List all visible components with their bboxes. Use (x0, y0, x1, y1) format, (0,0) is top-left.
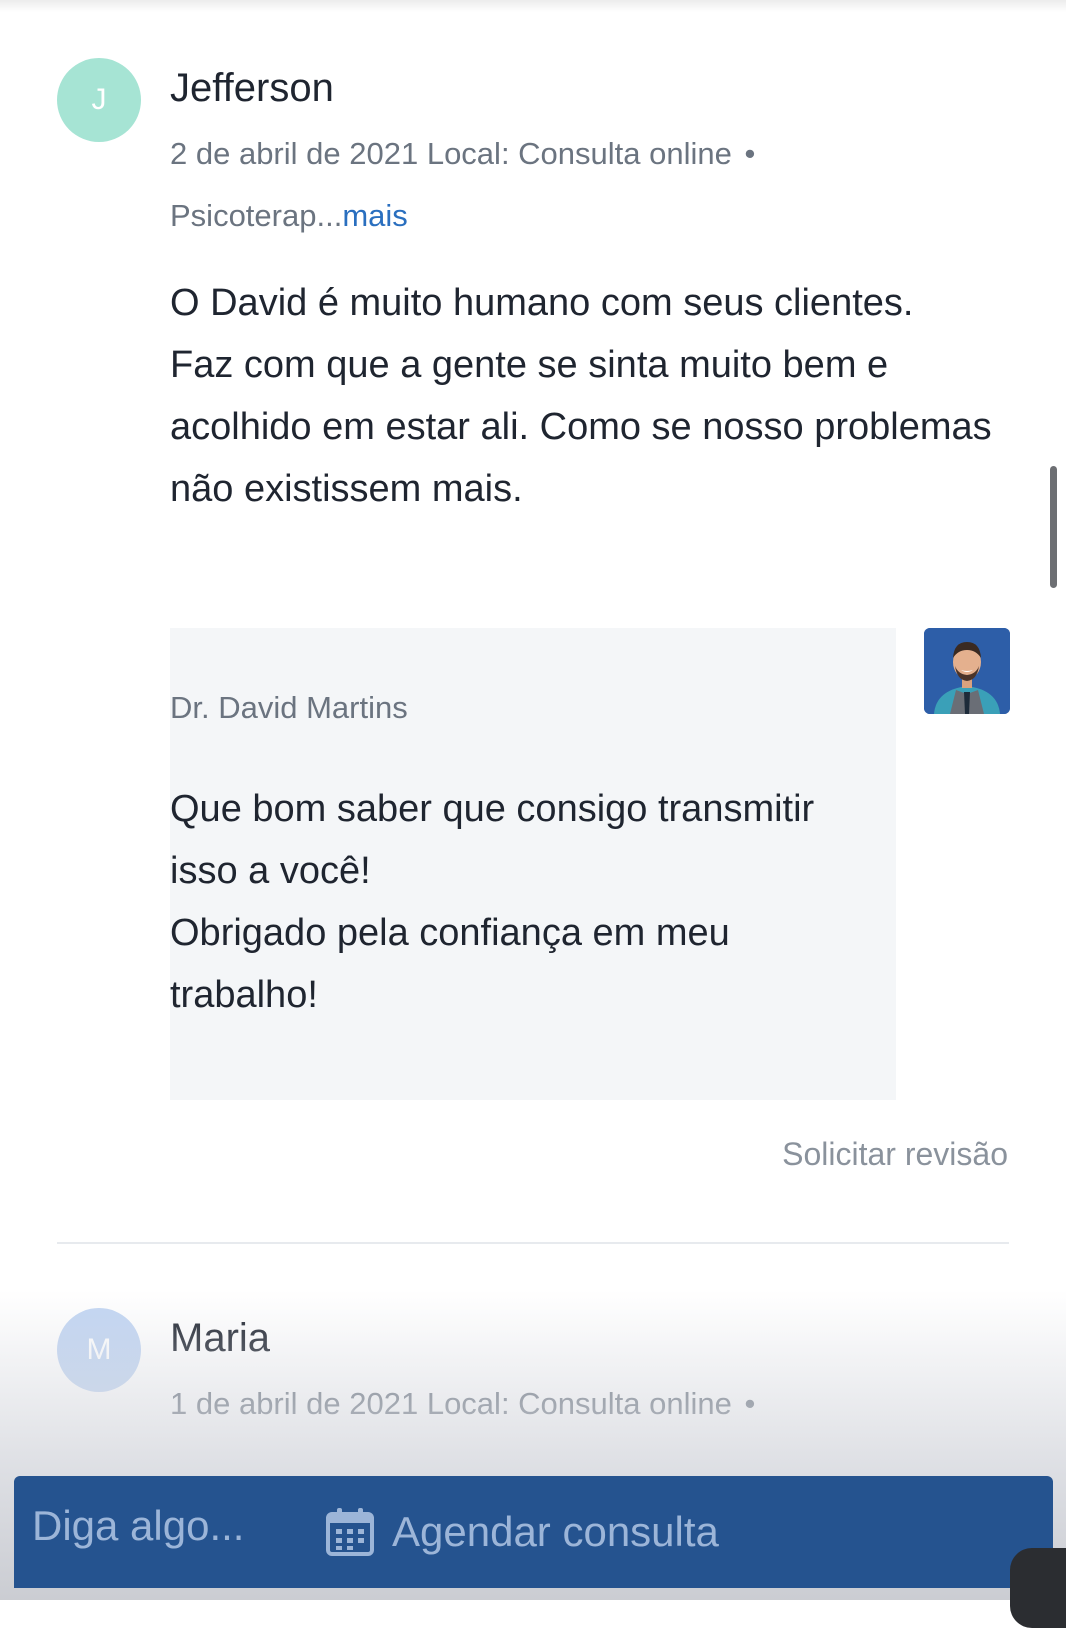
avatar-initial: J (91, 83, 107, 116)
service-name: Psicoterap... (170, 198, 343, 233)
reply-paragraph: Que bom saber que consigo transmitir iss… (170, 788, 815, 892)
reviewer-name: Maria (170, 1316, 271, 1360)
reviewer-name: Jefferson (170, 66, 334, 110)
floating-corner-widget[interactable] (1010, 1548, 1066, 1628)
book-appointment-label: Agendar consulta (392, 1508, 719, 1555)
review-location: Local: Consulta online (426, 136, 732, 171)
review-date: 1 de abril de 2021 (170, 1386, 419, 1421)
review-text: O David é muito humano com seus clientes… (170, 272, 1010, 520)
doctor-reply: Dr. David Martins Que bom saber que cons… (170, 628, 896, 1100)
meta-separator: • (744, 1386, 756, 1421)
avatar-initial: M (86, 1333, 112, 1366)
divider (57, 1242, 1009, 1244)
review-meta: 1 de abril de 2021 Local: Consulta onlin… (170, 1386, 755, 1422)
bottom-action-bar: Diga algo... Agendar consulta (14, 1476, 1053, 1588)
avatar: J (57, 58, 141, 142)
avatar: M (57, 1308, 141, 1392)
review-service: Psicoterap...mais (170, 198, 408, 234)
reply-author: Dr. David Martins (170, 690, 408, 725)
review-location: Local: Consulta online (426, 1386, 732, 1421)
review-date: 2 de abril de 2021 (170, 136, 419, 171)
message-input[interactable]: Diga algo... (32, 1502, 244, 1550)
scrollbar[interactable] (1050, 466, 1057, 588)
doctor-portrait-icon (924, 628, 1010, 714)
reply-paragraph: Obrigado pela confiança em meu trabalho! (170, 912, 730, 1016)
top-edge-shadow (0, 0, 1066, 12)
request-review-link[interactable]: Solicitar revisão (782, 1136, 1008, 1173)
review-paragraph: Faz com que a gente se sinta muito bem e… (170, 344, 992, 510)
doctor-avatar (924, 628, 1010, 714)
review-meta: 2 de abril de 2021 Local: Consulta onlin… (170, 136, 755, 172)
book-appointment-button[interactable]: Agendar consulta (324, 1492, 719, 1572)
calendar-icon (326, 1508, 374, 1556)
more-link[interactable]: mais (342, 198, 407, 233)
meta-separator: • (744, 136, 756, 171)
review-paragraph: O David é muito humano com seus clientes… (170, 282, 914, 324)
reply-text: Que bom saber que consigo transmitir iss… (170, 778, 850, 1026)
